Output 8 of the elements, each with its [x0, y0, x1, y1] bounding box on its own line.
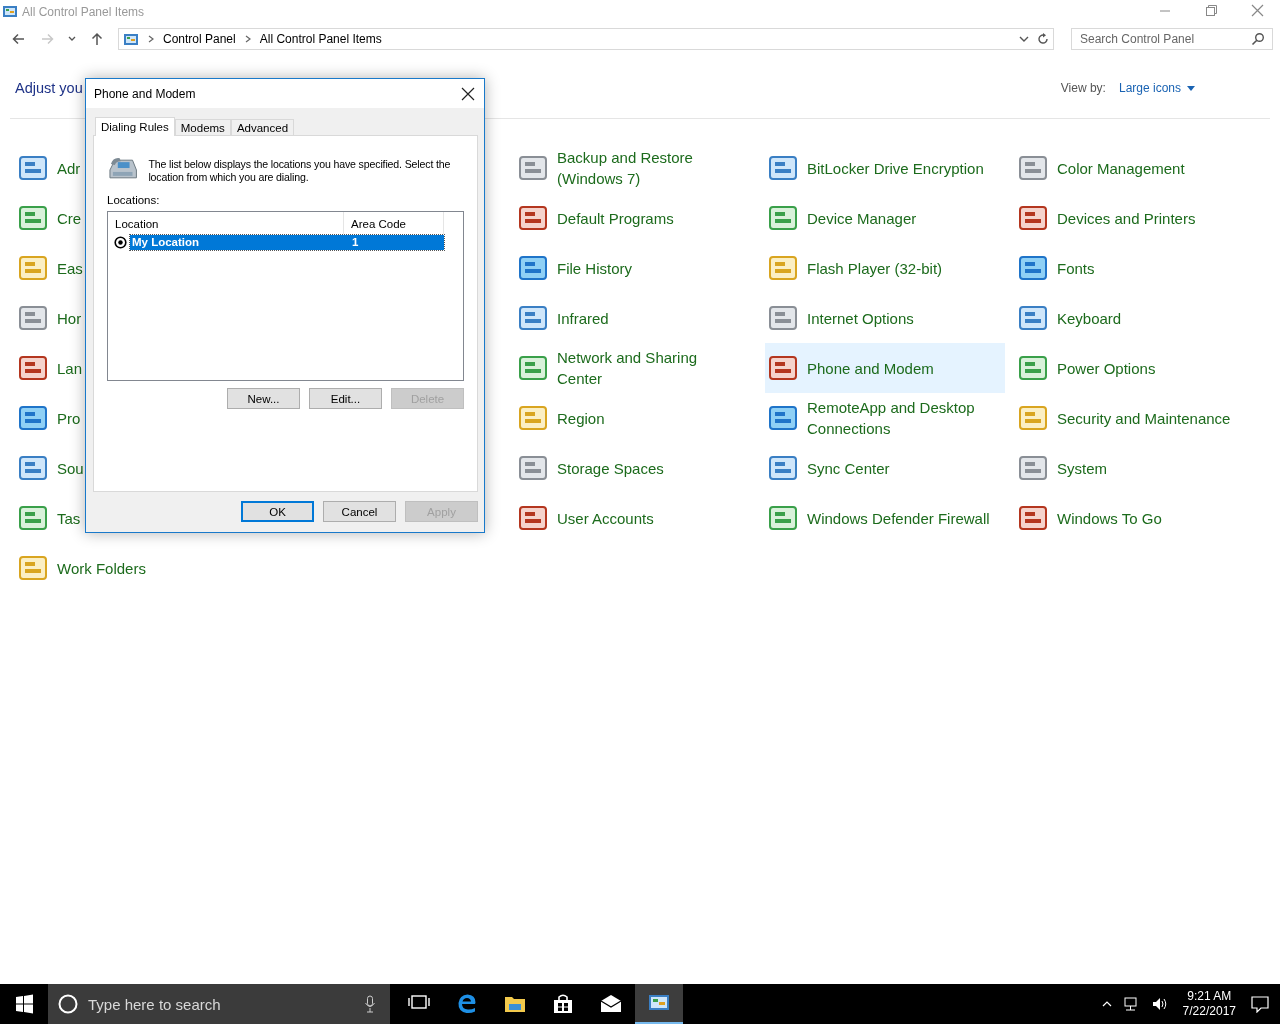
description-text: The list below displays the locations you have specified. Select the location from which you are dialing. [148, 157, 452, 184]
page-heading: Adjust you [14, 80, 83, 96]
view-by-label: View by: [1060, 81, 1106, 95]
time-text: 9:21 AM [1187, 989, 1232, 1004]
window-title: All Control Panel Items [22, 4, 145, 19]
date-text: 7/22/2017 [1182, 1004, 1236, 1019]
locations-label: Locations: [107, 194, 161, 206]
dialog-title: Phone and Modem [94, 86, 196, 101]
